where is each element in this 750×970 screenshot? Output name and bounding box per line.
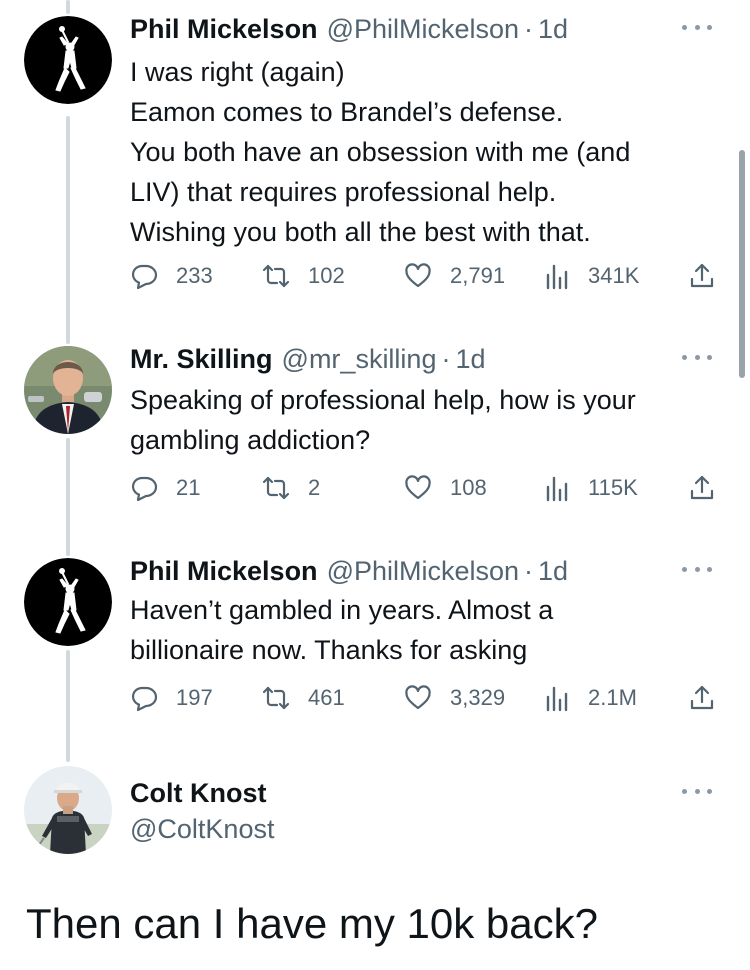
speech-bubble-icon	[131, 476, 158, 502]
bar-chart-icon	[546, 476, 568, 502]
like-count: 2,791	[450, 263, 506, 288]
like-button[interactable]: 2,791	[404, 259, 505, 293]
share-button[interactable]	[688, 681, 716, 715]
share-button[interactable]	[688, 259, 716, 293]
golfer-silhouette-avatar	[24, 558, 112, 646]
author-handle[interactable]: @PhilMickelson	[327, 556, 519, 587]
tweet[interactable]: Phil Mickelson @PhilMickelson · 1d I was…	[0, 14, 750, 304]
reply-button[interactable]: 233	[130, 259, 213, 293]
author-name[interactable]: Mr. Skilling	[130, 344, 273, 375]
heart-outline-icon	[405, 475, 431, 500]
golfer-silhouette-avatar	[24, 16, 112, 104]
reply-button[interactable]: 21	[130, 471, 200, 505]
bar-chart-icon	[546, 686, 568, 712]
views-count: 2.1M	[588, 685, 637, 710]
retweet-button[interactable]: 102	[262, 259, 345, 293]
reply-count: 233	[176, 263, 213, 288]
views-count: 115K	[588, 475, 638, 500]
tweet[interactable]: Mr. Skilling @mr_skilling · 1d Speaking …	[0, 344, 750, 534]
tweet-text-line: I was right (again)	[130, 57, 345, 87]
tweet-text-line: LIV) that requires professional help.	[130, 177, 557, 207]
views-count: 341K	[588, 263, 640, 288]
separator-dot: ·	[441, 344, 451, 374]
scrollbar-thumb[interactable]	[739, 150, 745, 378]
timestamp[interactable]: 1d	[455, 344, 485, 375]
retweet-count: 461	[308, 685, 345, 710]
tweet[interactable]: Phil Mickelson @PhilMickelson · 1d Haven…	[0, 556, 750, 736]
three-dots-icon[interactable]	[682, 562, 712, 576]
tweet-text-line: Eamon comes to Brandel’s defense.	[130, 97, 564, 127]
tweet-text: Speaking of professional help, how is yo…	[130, 380, 636, 460]
speech-bubble-icon	[131, 264, 158, 290]
author-handle[interactable]: @mr_skilling	[282, 344, 437, 375]
bar-chart-icon	[546, 264, 568, 290]
separator-dot: ·	[524, 14, 534, 44]
tweet-header: Phil Mickelson @PhilMickelson · 1d	[130, 14, 568, 48]
views-button[interactable]: 115K	[542, 471, 638, 505]
action-bar: 197 461 3,329 2.1M	[130, 681, 730, 715]
tweet-header: Phil Mickelson @PhilMickelson · 1d	[130, 556, 568, 590]
avatar[interactable]	[24, 558, 112, 646]
tweet-text: Haven’t gambled in years. Almost a billi…	[130, 590, 553, 670]
meme-caption: Then can I have my 10k back?	[26, 900, 598, 947]
author-handle[interactable]: @PhilMickelson	[327, 14, 519, 45]
retweet-arrows-icon	[262, 264, 290, 288]
man-in-suit-photo-avatar	[24, 346, 112, 434]
avatar[interactable]	[24, 16, 112, 104]
action-bar: 233 102 2,791 341K	[130, 259, 730, 293]
tweet-text-line: Haven’t gambled in years. Almost a	[130, 595, 554, 625]
reply-button[interactable]: 197	[130, 681, 213, 715]
three-dots-icon[interactable]	[682, 784, 712, 798]
like-button[interactable]: 108	[404, 471, 487, 505]
heart-outline-icon	[405, 263, 431, 288]
share-upload-icon	[690, 685, 714, 710]
retweet-button[interactable]: 461	[262, 681, 345, 715]
like-count: 3,329	[450, 685, 506, 710]
retweet-count: 2	[308, 475, 321, 500]
author-name[interactable]: Colt Knost	[130, 778, 266, 809]
tweet-text-line: You both have an obsession with me (and	[130, 137, 631, 167]
reply-count: 197	[176, 685, 213, 710]
retweet-arrows-icon	[262, 476, 290, 500]
author-handle[interactable]: @ColtKnost	[130, 814, 274, 845]
like-button[interactable]: 3,329	[404, 681, 505, 715]
tweet-text: I was right (again) Eamon comes to Brand…	[130, 52, 630, 252]
thread-connector-line	[66, 0, 70, 14]
views-button[interactable]: 2.1M	[542, 681, 637, 715]
avatar[interactable]	[24, 766, 112, 854]
tweet-text-line: Speaking of professional help, how is yo…	[130, 385, 636, 415]
views-button[interactable]: 341K	[542, 259, 639, 293]
three-dots-icon[interactable]	[682, 20, 712, 34]
share-upload-icon	[690, 475, 714, 500]
author-name[interactable]: Phil Mickelson	[130, 14, 318, 45]
golfer-photo-avatar	[24, 766, 112, 854]
avatar[interactable]	[24, 346, 112, 434]
tweet-header: Mr. Skilling @mr_skilling · 1d	[130, 344, 486, 378]
tweet-text-line: gambling addiction?	[130, 425, 371, 455]
three-dots-icon[interactable]	[682, 350, 712, 364]
retweet-count: 102	[308, 263, 345, 288]
reply-count: 21	[176, 475, 201, 500]
tweet-text-line: billionaire now. Thanks for asking	[130, 635, 528, 665]
separator-dot: ·	[524, 556, 534, 586]
timestamp[interactable]: 1d	[538, 14, 568, 45]
profile-card[interactable]: Colt Knost @ColtKnost	[0, 766, 750, 878]
retweet-button[interactable]: 2	[262, 471, 320, 505]
tweet-text-line: Wishing you both all the best with that.	[130, 217, 591, 247]
author-name[interactable]: Phil Mickelson	[130, 556, 318, 587]
heart-outline-icon	[405, 685, 431, 710]
like-count: 108	[450, 475, 487, 500]
speech-bubble-icon	[131, 686, 158, 712]
share-button[interactable]	[688, 471, 716, 505]
timestamp[interactable]: 1d	[538, 556, 568, 587]
action-bar: 21 2 108 115K	[130, 471, 730, 505]
retweet-arrows-icon	[262, 686, 290, 710]
share-upload-icon	[690, 263, 714, 288]
